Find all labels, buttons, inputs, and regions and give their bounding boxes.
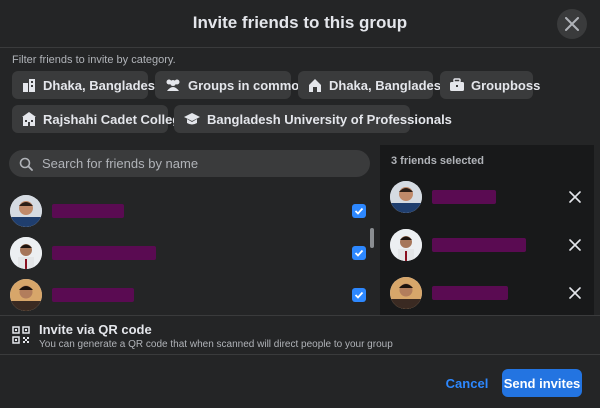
people-icon bbox=[166, 79, 180, 91]
cancel-button[interactable]: Cancel bbox=[440, 369, 494, 397]
home-icon bbox=[309, 79, 321, 92]
avatar bbox=[390, 277, 422, 309]
friend-search[interactable] bbox=[9, 150, 370, 177]
friend-name bbox=[52, 288, 134, 302]
remove-friend-button[interactable] bbox=[569, 238, 581, 256]
chip-groups-in-common[interactable]: Groups in common bbox=[155, 71, 307, 99]
selected-count: 3 friends selected bbox=[391, 155, 484, 167]
checkmark-icon bbox=[354, 207, 364, 215]
graduation-cap-icon bbox=[184, 113, 200, 125]
checkmark-icon bbox=[354, 291, 364, 299]
chip-label: Dhaka, Bangladesh bbox=[43, 77, 163, 93]
qr-invite-option[interactable]: Invite via QR code You can generate a QR… bbox=[0, 315, 600, 355]
avatar bbox=[10, 279, 42, 311]
friend-checkbox[interactable] bbox=[352, 204, 366, 218]
chip-label: Bangladesh University of Professionals bbox=[207, 111, 452, 127]
search-icon bbox=[19, 157, 33, 171]
filter-label: Filter friends to invite by category. bbox=[12, 54, 176, 66]
checkmark-icon bbox=[354, 249, 364, 257]
invite-dialog: Invite friends to this group Filter frie… bbox=[0, 0, 600, 408]
send-invites-button[interactable]: Send invites bbox=[502, 369, 582, 397]
chip-label: Groupboss bbox=[471, 77, 541, 93]
search-input[interactable] bbox=[40, 155, 364, 172]
avatar bbox=[10, 195, 42, 227]
chip-rajshahi-cadet-college[interactable]: Rajshahi Cadet College bbox=[12, 105, 187, 133]
school-icon bbox=[22, 112, 36, 126]
chip-dhaka-city[interactable]: Dhaka, Bangladesh bbox=[12, 71, 163, 99]
selected-friend-row bbox=[390, 276, 590, 310]
chip-label: Rajshahi Cadet College bbox=[43, 111, 188, 127]
chip-groupboss[interactable]: Groupboss bbox=[440, 71, 540, 99]
selected-friends-panel: 3 friends selected bbox=[380, 145, 594, 315]
selected-friend-name bbox=[432, 190, 496, 204]
close-button[interactable] bbox=[557, 9, 587, 39]
dialog-title: Invite friends to this group bbox=[192, 13, 408, 32]
chip-dhaka-home[interactable]: Dhaka, Bangladesh bbox=[298, 71, 449, 99]
selected-friend-row bbox=[390, 180, 590, 214]
friend-name bbox=[52, 246, 156, 260]
friend-checkbox[interactable] bbox=[352, 246, 366, 260]
chip-label: Groups in common bbox=[188, 77, 308, 93]
chip-label: Dhaka, Bangladesh bbox=[329, 77, 449, 93]
selected-friend-name bbox=[432, 238, 526, 252]
qr-code-icon bbox=[12, 326, 30, 344]
close-icon bbox=[569, 191, 581, 203]
avatar bbox=[390, 181, 422, 213]
friend-checkbox[interactable] bbox=[352, 288, 366, 302]
avatar bbox=[390, 229, 422, 261]
selected-friend-name bbox=[432, 286, 508, 300]
friend-row[interactable] bbox=[10, 278, 370, 312]
qr-title: Invite via QR code bbox=[39, 322, 152, 337]
friend-row[interactable] bbox=[10, 194, 370, 228]
avatar bbox=[10, 237, 42, 269]
close-icon bbox=[569, 287, 581, 299]
selected-friend-row bbox=[390, 228, 590, 262]
friend-row[interactable] bbox=[10, 236, 370, 270]
remove-friend-button[interactable] bbox=[569, 190, 581, 208]
briefcase-icon bbox=[450, 78, 464, 91]
close-icon bbox=[569, 239, 581, 251]
friend-name bbox=[52, 204, 124, 218]
dialog-header: Invite friends to this group bbox=[0, 0, 600, 48]
friend-list-scrollbar[interactable] bbox=[370, 228, 374, 248]
city-icon bbox=[23, 79, 35, 92]
chip-bup[interactable]: Bangladesh University of Professionals bbox=[174, 105, 452, 133]
qr-description: You can generate a QR code that when sca… bbox=[39, 339, 393, 350]
close-icon bbox=[565, 17, 579, 31]
remove-friend-button[interactable] bbox=[569, 286, 581, 304]
